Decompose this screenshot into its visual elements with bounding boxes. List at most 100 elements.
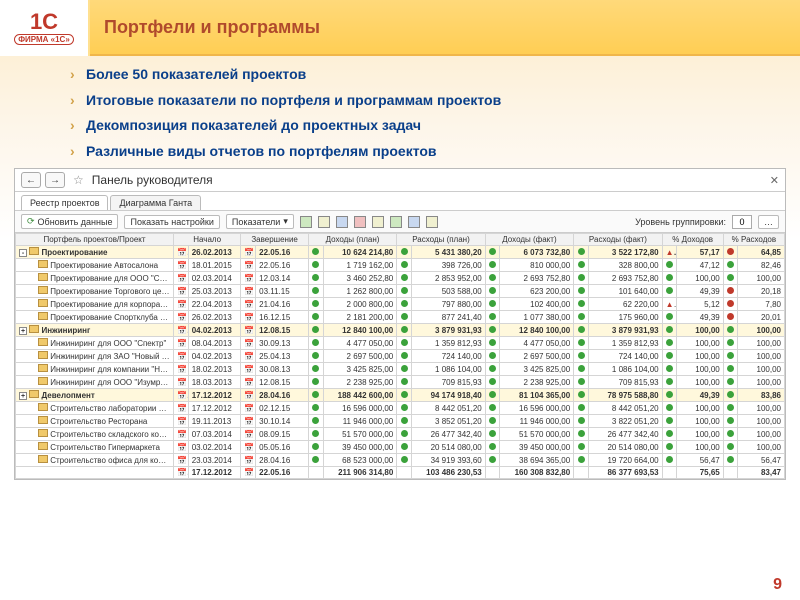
group-row[interactable]: + Инжиниринг📅04.02.2013📅12.08.1512 840 1…: [16, 324, 785, 337]
cell: 26 477 342,40: [588, 428, 662, 441]
table-row[interactable]: Инжиниринг для ООО "Спектр"📅08.04.2013📅3…: [16, 337, 785, 350]
status-icon: [662, 285, 677, 298]
cell: 100,00: [738, 324, 785, 337]
close-icon[interactable]: ✕: [770, 174, 779, 187]
column-header[interactable]: % Расходов: [723, 234, 784, 246]
cell: 100,00: [677, 402, 723, 415]
expand-icon[interactable]: +: [19, 392, 27, 400]
group-row[interactable]: + Девелопмент📅17.12.2012📅28.04.16188 442…: [16, 389, 785, 402]
table-row[interactable]: Проектирование Торгового центра📅25.03.20…: [16, 285, 785, 298]
toolbar-icon[interactable]: [372, 216, 384, 228]
star-icon[interactable]: ☆: [73, 173, 84, 187]
cell: 05.05.16: [256, 441, 309, 454]
status-icon: [485, 246, 500, 259]
status-icon: 📅: [241, 324, 256, 337]
cell: 20,01: [738, 311, 785, 324]
table-row[interactable]: Проектирование Спортклуба "Аполлон"📅26.0…: [16, 311, 785, 324]
status-icon: 📅: [174, 285, 189, 298]
table-row[interactable]: Строительство офиса для корпорации "Н...…: [16, 454, 785, 467]
status-icon: ▲: [662, 246, 677, 259]
column-header[interactable]: Расходы (план): [397, 234, 485, 246]
status-icon: [662, 376, 677, 389]
group-row[interactable]: - Проектирование📅26.02.2013📅22.05.1610 6…: [16, 246, 785, 259]
table-row[interactable]: Инжиниринг для ЗАО "Новый век"📅04.02.201…: [16, 350, 785, 363]
calendar-icon: 📅: [177, 300, 188, 309]
status-icon: [723, 454, 738, 467]
cell: 100,00: [677, 337, 723, 350]
cell: 100,00: [738, 428, 785, 441]
table-row[interactable]: Строительство складского комплекса для .…: [16, 428, 785, 441]
toolbar-icon[interactable]: [354, 216, 366, 228]
calendar-icon: 📅: [177, 287, 188, 296]
status-icon: [308, 259, 323, 272]
toolbar-icon[interactable]: [300, 216, 312, 228]
expand-icon[interactable]: +: [19, 327, 27, 335]
calendar-icon: 📅: [177, 352, 188, 361]
toolbar-icon[interactable]: [390, 216, 402, 228]
expand-icon[interactable]: -: [19, 249, 27, 257]
status-icon: [308, 363, 323, 376]
cell: 877 241,40: [412, 311, 486, 324]
calendar-icon: 📅: [244, 443, 255, 452]
table-row[interactable]: Строительство Гипермаркета📅03.02.2014📅05…: [16, 441, 785, 454]
toolbar-icon[interactable]: [336, 216, 348, 228]
column-header[interactable]: % Доходов: [662, 234, 723, 246]
cell: 503 588,00: [412, 285, 486, 298]
column-header[interactable]: Портфель проектов/Проект: [16, 234, 174, 246]
table-row[interactable]: Проектирование Автосалона📅18.01.2015📅22.…: [16, 259, 785, 272]
projects-grid[interactable]: Портфель проектов/ПроектНачалоЗавершение…: [15, 233, 785, 479]
item-icon: [38, 403, 48, 411]
table-row[interactable]: Проектирование для ООО "Стройкорпорац...…: [16, 272, 785, 285]
cell: 4 477 050,00: [500, 337, 574, 350]
status-icon: [574, 350, 589, 363]
status-icon: 📅: [241, 363, 256, 376]
column-header[interactable]: Завершение: [241, 234, 308, 246]
column-header[interactable]: Начало: [174, 234, 241, 246]
cell: 12.08.15: [256, 376, 309, 389]
nav-back-button[interactable]: ←: [21, 172, 41, 188]
table-row[interactable]: Строительство лаборатории для ООО "Спе..…: [16, 402, 785, 415]
total-row[interactable]: 📅17.12.2012📅22.05.16211 906 314,80103 48…: [16, 467, 785, 479]
column-header[interactable]: Доходы (план): [308, 234, 396, 246]
cell: 47,12: [677, 259, 723, 272]
cell: 2 238 925,00: [500, 376, 574, 389]
column-header[interactable]: Доходы (факт): [485, 234, 573, 246]
toolbar-icon[interactable]: [426, 216, 438, 228]
status-icon: [485, 441, 500, 454]
status-icon: [662, 324, 677, 337]
table-row[interactable]: Инжиниринг для ООО "Изумруд"📅18.03.2013📅…: [16, 376, 785, 389]
calendar-icon: 📅: [244, 456, 255, 465]
cell: 08.09.15: [256, 428, 309, 441]
cell: 08.04.2013: [188, 337, 241, 350]
tab-registry[interactable]: Реестр проектов: [21, 195, 108, 210]
status-icon: [574, 337, 589, 350]
item-icon: [38, 286, 48, 294]
cell: 25.03.2013: [188, 285, 241, 298]
cell: 81 104 365,00: [500, 389, 574, 402]
status-icon: [723, 324, 738, 337]
cell: 18.03.2013: [188, 376, 241, 389]
tab-gantt[interactable]: Диаграмма Ганта: [110, 195, 201, 210]
show-settings-button[interactable]: Показать настройки: [124, 215, 219, 229]
cell: 07.03.2014: [188, 428, 241, 441]
item-icon: [38, 416, 48, 424]
grouping-input[interactable]: [732, 215, 752, 229]
toolbar-icon[interactable]: [318, 216, 330, 228]
status-icon: [662, 363, 677, 376]
window-title: Панель руководителя: [92, 173, 213, 187]
toolbar-icon[interactable]: [408, 216, 420, 228]
indicators-dropdown[interactable]: Показатели ▾: [226, 214, 294, 229]
table-row[interactable]: Проектирование для корпорации "Надежн...…: [16, 298, 785, 311]
cell: 1 359 812,93: [588, 337, 662, 350]
slide-title: Портфели и программы: [90, 0, 800, 56]
cell: 100,00: [677, 324, 723, 337]
column-header[interactable]: Расходы (факт): [574, 234, 662, 246]
status-icon: [574, 402, 589, 415]
cell: 68 523 000,00: [323, 454, 397, 467]
grouping-more-button[interactable]: …: [758, 215, 779, 229]
table-row[interactable]: Инжиниринг для компании "Надежная кре...…: [16, 363, 785, 376]
table-row[interactable]: Строительство Ресторана📅19.11.2013📅30.10…: [16, 415, 785, 428]
nav-fwd-button[interactable]: →: [45, 172, 65, 188]
calendar-icon: 📅: [244, 430, 255, 439]
refresh-button[interactable]: ⟳Обновить данные: [21, 214, 118, 229]
